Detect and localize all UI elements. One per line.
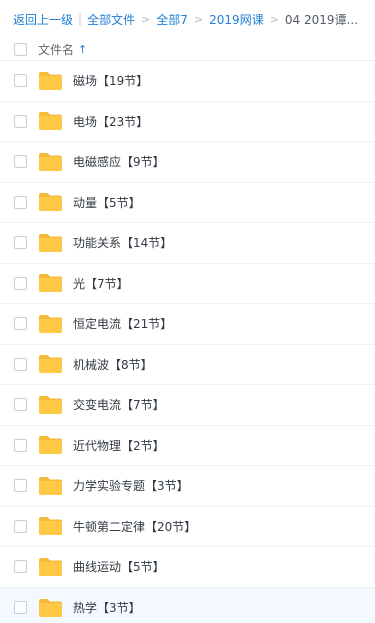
list-item[interactable]: 牛顿第二定律【20节】: [0, 507, 375, 547]
breadcrumb-current: 04 2019谭...: [284, 12, 358, 27]
file-name[interactable]: 交变电流【7节】: [73, 396, 165, 413]
row-checkbox[interactable]: [14, 276, 27, 290]
folder-icon: [27, 233, 63, 253]
file-name[interactable]: 光【7节】: [73, 275, 129, 292]
folder-icon: [27, 273, 63, 293]
list-item[interactable]: 机械波【8节】: [0, 345, 375, 385]
list-item[interactable]: 光【7节】: [0, 264, 375, 304]
row-checkbox[interactable]: [14, 519, 27, 533]
list-item[interactable]: 恒定电流【21节】: [0, 304, 375, 345]
list-item[interactable]: 交变电流【7节】: [0, 385, 375, 426]
file-name[interactable]: 磁场【19节】: [73, 72, 148, 89]
file-name[interactable]: 牛顿第二定律【20节】: [73, 518, 196, 535]
list-header: 文件名 ↑: [0, 38, 375, 61]
file-name[interactable]: 恒定电流【21节】: [73, 315, 172, 332]
folder-icon: [27, 395, 63, 415]
breadcrumb-all7[interactable]: 全部7: [156, 11, 188, 28]
row-checkbox[interactable]: [14, 479, 27, 493]
back-link[interactable]: 返回上一级: [13, 11, 73, 28]
file-name[interactable]: 热学【3节】: [73, 599, 141, 616]
breadcrumb-2019-course[interactable]: 2019网课: [209, 11, 264, 28]
file-name[interactable]: 近代物理【2节】: [73, 437, 165, 454]
list-item[interactable]: 电磁感应【9节】: [0, 142, 375, 183]
folder-icon: [27, 598, 63, 618]
list-item[interactable]: 动量【5节】: [0, 183, 375, 223]
breadcrumb: 返回上一级 | 全部文件 > 全部7 > 2019网课 > 04 2019谭..…: [0, 0, 375, 38]
select-all-checkbox[interactable]: [14, 42, 27, 56]
arrow-up-icon[interactable]: ↑: [78, 44, 87, 55]
file-browser: 返回上一级 | 全部文件 > 全部7 > 2019网课 > 04 2019谭..…: [0, 0, 375, 623]
row-checkbox[interactable]: [14, 357, 27, 371]
file-name[interactable]: 动量【5节】: [73, 194, 141, 211]
file-name[interactable]: 电场【23节】: [73, 113, 148, 130]
file-list: 磁场【19节】 电场【23节】 电磁感应【9节】 动量【5节】功能关系【14节】 光【7…: [0, 61, 375, 623]
folder-icon: [27, 152, 63, 172]
breadcrumb-all-files[interactable]: 全部文件: [87, 11, 135, 28]
file-name[interactable]: 曲线运动【5节】: [73, 558, 165, 575]
list-item[interactable]: 磁场【19节】: [0, 61, 375, 102]
row-checkbox[interactable]: [14, 398, 27, 412]
list-item[interactable]: 近代物理【2节】: [0, 426, 375, 466]
row-checkbox[interactable]: [14, 601, 27, 615]
folder-icon: [27, 516, 63, 536]
folder-icon: [27, 476, 63, 496]
breadcrumb-separator-icon: >: [141, 12, 151, 26]
folder-icon: [27, 71, 63, 91]
row-checkbox[interactable]: [14, 317, 27, 331]
file-name[interactable]: 功能关系【14节】: [73, 234, 172, 251]
folder-icon: [27, 435, 63, 455]
list-item[interactable]: 电场【23节】: [0, 102, 375, 142]
file-name[interactable]: 力学实验专题【3节】: [73, 477, 189, 494]
row-checkbox[interactable]: [14, 236, 27, 250]
row-checkbox[interactable]: [14, 438, 27, 452]
breadcrumb-divider: |: [78, 12, 83, 26]
folder-icon: [27, 192, 63, 212]
file-name[interactable]: 电磁感应【9节】: [73, 153, 165, 170]
breadcrumb-separator-icon: >: [193, 12, 204, 26]
row-checkbox[interactable]: [14, 74, 27, 88]
row-checkbox[interactable]: [14, 195, 27, 209]
file-name[interactable]: 机械波【8节】: [73, 356, 153, 373]
row-checkbox[interactable]: [14, 114, 27, 128]
folder-icon: [27, 111, 63, 131]
list-item[interactable]: 力学实验专题【3节】: [0, 466, 375, 507]
folder-icon: [27, 557, 63, 577]
list-item[interactable]: 曲线运动【5节】: [0, 547, 375, 588]
row-checkbox[interactable]: [14, 155, 27, 169]
breadcrumb-separator-icon: >: [269, 12, 279, 26]
folder-icon: [27, 314, 63, 334]
list-item[interactable]: 功能关系【14节】: [0, 223, 375, 264]
folder-icon: [27, 354, 63, 374]
list-item[interactable]: 热学【3节】: [0, 587, 375, 623]
row-checkbox[interactable]: [14, 560, 27, 574]
filename-column-header[interactable]: 文件名: [38, 41, 74, 58]
